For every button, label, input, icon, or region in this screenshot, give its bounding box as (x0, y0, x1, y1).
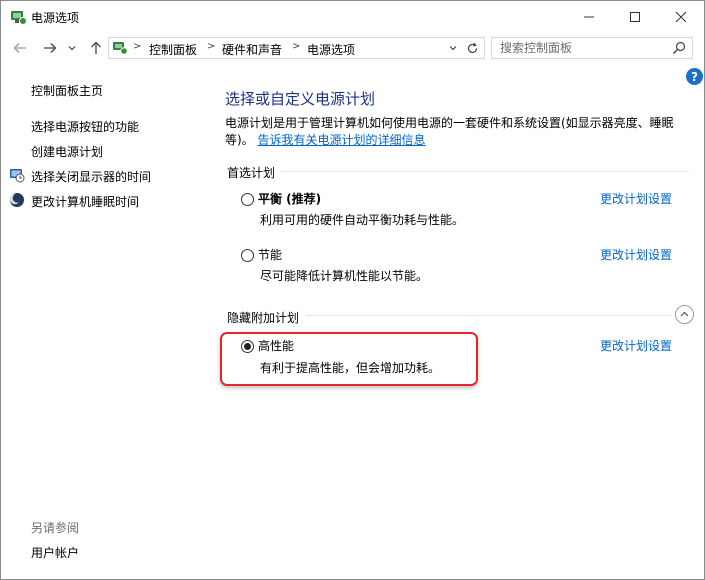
sidebar-link-user-accounts[interactable]: 用户帐户 (31, 544, 79, 561)
chevron-down-icon (449, 46, 457, 51)
breadcrumb-separator[interactable]: > (292, 41, 300, 52)
sidebar-link-create-plan[interactable]: 创建电源计划 (31, 143, 103, 160)
minimize-icon (584, 16, 594, 17)
chevron-up-icon (680, 311, 689, 317)
arrow-left-icon (13, 43, 26, 53)
sidebar-control-panel-home[interactable]: 控制面板主页 (31, 82, 103, 99)
maximize-icon (630, 11, 640, 22)
plan-power-saver-description: 尽可能降低计算机性能以节能。 (260, 269, 429, 283)
breadcrumb-power-options[interactable]: 电源选项 (307, 41, 355, 58)
search-icon[interactable] (672, 41, 686, 55)
refresh-button[interactable] (464, 40, 480, 56)
address-history-button[interactable] (446, 41, 460, 55)
plan-balanced-description: 利用可用的硬件自动平衡功耗与性能。 (260, 213, 465, 227)
plan-power-saver-change-settings-link[interactable]: 更改计划设置 (600, 246, 672, 263)
hidden-plans-label: 隐藏附加计划 (227, 311, 300, 325)
section-divider (306, 315, 672, 316)
plan-high-performance-description: 有利于提高性能，但会增加功耗。 (260, 361, 441, 375)
plan-power-saver-name[interactable]: 节能 (258, 246, 282, 263)
plan-high-performance-radio[interactable] (241, 340, 254, 353)
close-icon (675, 11, 687, 22)
section-divider (281, 171, 689, 172)
plan-power-saver-radio[interactable] (241, 249, 254, 262)
power-options-window: 电源选项 > 控制面板 > 硬件和声音 > 电源选项 搜索控制面板 ? 控制面板… (0, 0, 705, 580)
help-icon[interactable]: ? (686, 68, 703, 85)
back-button[interactable] (11, 39, 29, 57)
plan-high-performance-change-settings-link[interactable]: 更改计划设置 (600, 337, 672, 354)
recent-locations-button[interactable] (63, 39, 81, 57)
address-bar[interactable]: > 控制面板 > 硬件和声音 > 电源选项 (108, 37, 485, 59)
breadcrumb-control-panel[interactable]: 控制面板 (149, 41, 197, 58)
sidebar-link-display-timeout[interactable]: 选择关闭显示器的时间 (31, 168, 151, 185)
forward-button[interactable] (41, 39, 59, 57)
refresh-icon (467, 42, 477, 53)
page-description: 电源计划是用于管理计算机如何使用电源的一套硬件和系统设置(如显示器亮度、睡眠等)… (225, 115, 691, 149)
monitor-clock-icon (10, 169, 25, 183)
preferred-plans-label: 首选计划 (227, 166, 276, 180)
plan-balanced-radio[interactable] (241, 193, 254, 206)
close-button[interactable] (658, 1, 704, 32)
power-plan-info-link[interactable]: 告诉我有关电源计划的详细信息 (258, 133, 426, 147)
up-button[interactable] (87, 39, 105, 57)
breadcrumb-hardware-sound[interactable]: 硬件和声音 (222, 41, 282, 58)
collapse-hidden-plans-button[interactable] (675, 305, 694, 324)
page-title: 选择或自定义电源计划 (225, 90, 376, 108)
window-title: 电源选项 (31, 11, 80, 25)
arrow-up-icon (91, 41, 101, 54)
minimize-button[interactable] (566, 1, 612, 32)
navigation-bar: > 控制面板 > 硬件和声音 > 电源选项 (1, 32, 704, 64)
see-also-header: 另请参阅 (31, 521, 80, 535)
plan-high-performance-name[interactable]: 高性能 (258, 337, 294, 354)
sidebar-link-power-buttons[interactable]: 选择电源按钮的功能 (31, 118, 139, 135)
moon-icon (9, 193, 24, 207)
chevron-down-icon (68, 46, 76, 51)
search-input[interactable] (492, 38, 670, 58)
arrow-right-icon (44, 43, 57, 53)
breadcrumb-separator[interactable]: > (207, 41, 215, 52)
maximize-button[interactable] (612, 1, 658, 32)
title-bar: 电源选项 (1, 1, 704, 32)
power-options-icon (11, 11, 27, 25)
search-box[interactable] (491, 37, 693, 59)
breadcrumb-separator[interactable]: > (133, 41, 141, 52)
control-panel-icon (113, 42, 128, 55)
plan-balanced-name[interactable]: 平衡 (推荐) (258, 190, 321, 207)
sidebar-link-sleep-time[interactable]: 更改计算机睡眠时间 (31, 193, 139, 210)
plan-balanced-change-settings-link[interactable]: 更改计划设置 (600, 190, 672, 207)
